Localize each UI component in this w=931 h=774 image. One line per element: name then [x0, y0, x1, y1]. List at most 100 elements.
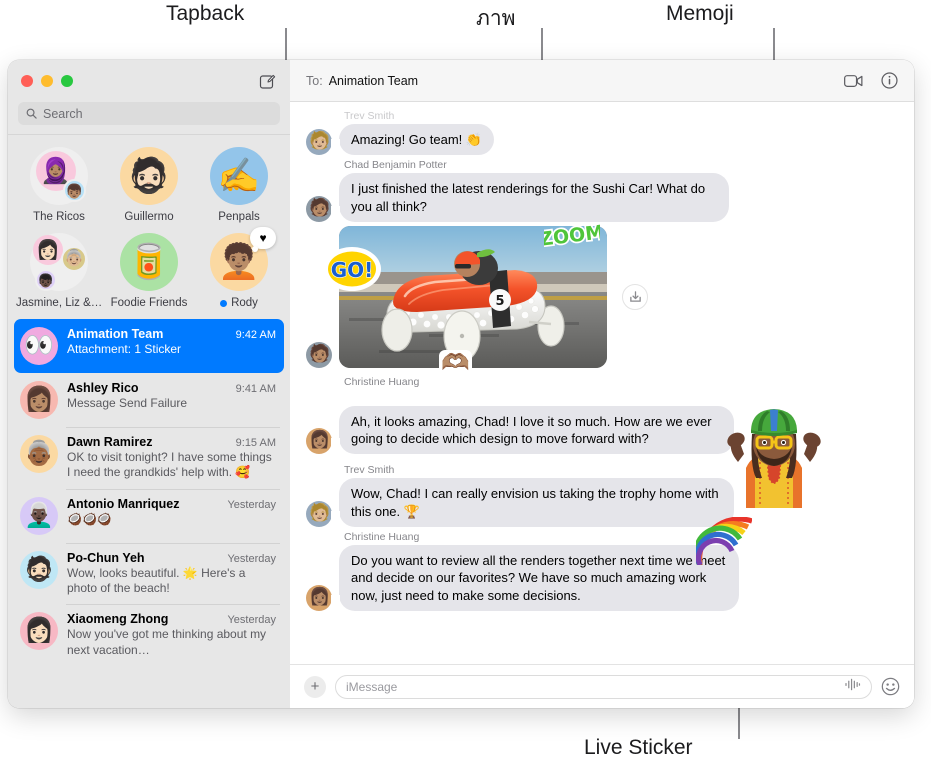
message-group: Christine Huang 👩🏽 Ah, it looks amazing,…: [306, 376, 898, 455]
compose-icon[interactable]: [256, 70, 278, 92]
message-bubble[interactable]: I just finished the latest renderings fo…: [331, 173, 729, 222]
message-composer: + iMessage: [290, 664, 914, 708]
pinned-foodie-friends[interactable]: 🥫 Foodie Friends: [104, 233, 194, 309]
messages-window: Search 🧕🏽 👦🏽 The Ricos 🧔🏻 Guillermo ✍️ P…: [8, 60, 914, 708]
conversation-xiaomeng-zhong[interactable]: 👩🏻 Xiaomeng Zhong Yesterday Now you've g…: [14, 604, 284, 666]
conversation-header: Po-Chun Yeh Yesterday: [67, 551, 276, 565]
message-thread[interactable]: Trev Smith 🧑🏼 Amazing! Go team! 👏 Chad B…: [290, 102, 914, 664]
zoom-button[interactable]: [61, 75, 73, 87]
chat-header: To: Animation Team: [290, 60, 914, 102]
avatar-glyph: 👩🏽: [309, 430, 331, 450]
annotation-label-memoji: Memoji: [666, 2, 734, 25]
conversation-preview: Message Send Failure: [67, 396, 188, 410]
conversation-antonio-manriquez[interactable]: 👨🏿‍🦳 Antonio Manriquez Yesterday 🥥🥥🥥: [14, 488, 284, 543]
audio-waveform-icon[interactable]: [844, 678, 861, 696]
info-icon[interactable]: [881, 72, 898, 89]
annotation-label-tapback: Tapback: [166, 2, 245, 25]
close-button[interactable]: [21, 75, 33, 87]
message-group: Trev Smith 🧑🏼 Wow, Chad! I can really en…: [306, 464, 898, 527]
conversation-preview: Now you've got me thinking about my next…: [67, 627, 267, 657]
search-placeholder: Search: [43, 106, 83, 121]
message-sender: Chad Benjamin Potter: [344, 159, 447, 172]
conversation-name: Po-Chun Yeh: [67, 550, 145, 565]
message-group: Trev Smith 🧑🏼 Amazing! Go team! 👏: [306, 110, 898, 156]
conversation-name: Ashley Rico: [67, 381, 139, 395]
svg-text:ZOOM: ZOOM: [544, 221, 600, 251]
pinned-conversations: 🧕🏽 👦🏽 The Ricos 🧔🏻 Guillermo ✍️ Penpals …: [8, 134, 290, 319]
conversation-preview: 🥥🥥🥥: [67, 511, 112, 526]
conversation-header: Ashley Rico 9:41 AM: [67, 381, 276, 395]
conversation-header: Dawn Ramirez 9:15 AM: [67, 435, 276, 449]
message-group: Christine Huang 👩🏽 Do you want to review…: [306, 531, 898, 611]
message-bubble[interactable]: Do you want to review all the renders to…: [331, 544, 739, 611]
pinned-label: The Ricos: [33, 211, 85, 223]
pinned-penpals[interactable]: ✍️ Penpals: [194, 147, 284, 223]
avatar-part: 👦🏽: [63, 179, 86, 202]
conversation-time: Yesterday: [227, 614, 276, 627]
conversation-preview: Wow, looks beautiful. 🌟 Here's a photo o…: [67, 565, 246, 596]
avatar-glyph: 🧑🏽: [309, 343, 331, 363]
facetime-video-icon[interactable]: [844, 74, 863, 88]
chat-pane: To: Animation Team Trev Smith 🧑🏼 Amazing…: [290, 60, 914, 708]
conversation-ashley-rico[interactable]: 👩🏽 Ashley Rico 9:41 AM Message Send Fail…: [14, 373, 284, 427]
conversation-animation-team[interactable]: 👀 Animation Team 9:42 AM Attachment: 1 S…: [14, 319, 284, 373]
avatar: 🧑🏽: [306, 195, 332, 222]
conversation-body: Animation Team 9:42 AM Attachment: 1 Sti…: [67, 327, 276, 365]
conversation-header: Xiaomeng Zhong Yesterday: [67, 612, 276, 626]
message-bubble[interactable]: Ah, it looks amazing, Chad! I love it so…: [331, 405, 734, 455]
message-row: 🧑🏼 Wow, Chad! I can really envision us t…: [306, 478, 898, 527]
conversation-body: Po-Chun Yeh Yesterday Wow, looks beautif…: [67, 551, 276, 597]
avatar-part: 👩🏻: [33, 235, 63, 265]
pinned-label: Penpals: [218, 211, 260, 223]
avatar-glyph: 🧑🏽: [309, 197, 331, 217]
message-row: 👩🏽 Do you want to review all the renders…: [306, 544, 898, 611]
minimize-button[interactable]: [41, 75, 53, 87]
search-input[interactable]: Search: [18, 102, 280, 125]
pinned-label: Jasmine, Liz &…: [16, 297, 102, 309]
add-attachment-button[interactable]: +: [304, 675, 326, 698]
conversation-po-chun-yeh[interactable]: 🧔🏻 Po-Chun Yeh Yesterday Wow, looks beau…: [14, 542, 284, 605]
avatar: 🧔🏻: [120, 147, 178, 205]
conversation-dawn-ramirez[interactable]: 👵🏾 Dawn Ramirez 9:15 AM OK to visit toni…: [14, 427, 284, 489]
message-bubble[interactable]: Wow, Chad! I can really envision us taki…: [331, 478, 734, 527]
avatar: 👩🏽: [306, 584, 332, 611]
conversation-header: Antonio Manriquez Yesterday: [67, 497, 276, 511]
emoji-picker-icon[interactable]: [881, 677, 900, 696]
search-container: Search: [8, 102, 290, 134]
pinned-label: Foodie Friends: [110, 297, 188, 309]
imessage-placeholder: iMessage: [346, 679, 398, 694]
message-bubble[interactable]: Amazing! Go team! 👏: [330, 124, 495, 156]
conversation-time: 9:41 AM: [235, 383, 276, 395]
pinned-the-ricos[interactable]: 🧕🏽 👦🏽 The Ricos: [14, 147, 104, 223]
message-row: 🧑🏼 Amazing! Go team! 👏: [306, 124, 898, 156]
photo-attachment-wrap: 5 GO! ZOOM 🫶🏽: [323, 219, 607, 375]
sticker-go[interactable]: GO!: [321, 244, 383, 298]
header-actions: [844, 72, 898, 89]
avatar: 👩🏽: [306, 428, 332, 455]
recipient-name[interactable]: Animation Team: [329, 74, 418, 88]
pinned-label: Rody: [220, 297, 258, 309]
conversation-body: Ashley Rico 9:41 AM Message Send Failure: [67, 381, 276, 419]
conversation-body: Antonio Manriquez Yesterday 🥥🥥🥥: [67, 497, 276, 535]
conversation-preview: OK to visit tonight? I have some things …: [67, 450, 272, 480]
conversation-list: 👀 Animation Team 9:42 AM Attachment: 1 S…: [8, 319, 290, 708]
avatar: 🧕🏽 👦🏽: [30, 147, 88, 205]
tapback-heart-badge[interactable]: ♥: [250, 227, 276, 252]
imessage-input[interactable]: iMessage: [335, 674, 872, 699]
avatar-glyph: 🧑🏼: [309, 131, 331, 151]
avatar-part: 👵🏼: [61, 246, 87, 272]
avatar: 👩🏻: [20, 612, 58, 651]
sticker-glyph: 🫶🏽: [439, 348, 472, 375]
avatar-glyph: 👩🏽: [309, 586, 331, 606]
avatar: 👨🏿‍🦳: [20, 496, 58, 535]
message-group: Chad Benjamin Potter 🧑🏽 I just finished …: [306, 159, 898, 222]
avatar: 🧑🏼: [306, 500, 332, 527]
annotation-label-image: ภาพ: [476, 7, 516, 30]
sticker-zoom[interactable]: ZOOM: [536, 218, 607, 256]
sticker-heart-hands[interactable]: 🫶🏽: [439, 348, 472, 375]
pinned-guillermo[interactable]: 🧔🏻 Guillermo: [104, 147, 194, 223]
pinned-rody[interactable]: 🧑🏽‍🦱 ♥ Rody: [194, 227, 284, 309]
conversation-time: 9:42 AM: [235, 329, 276, 341]
save-attachment-icon[interactable]: [622, 283, 648, 310]
pinned-jasmine-liz[interactable]: 👩🏻 👵🏼 👦🏿 Jasmine, Liz &…: [14, 233, 104, 309]
